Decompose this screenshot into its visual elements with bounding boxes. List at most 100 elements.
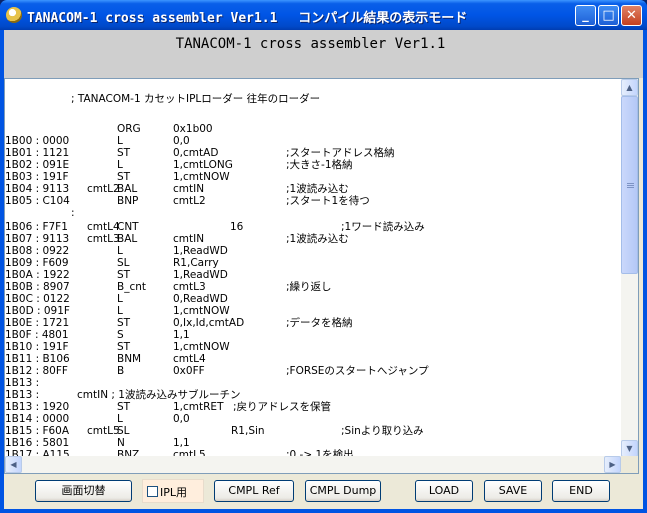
line-operand: 0,0 bbox=[173, 135, 190, 147]
line-opcode: N bbox=[117, 437, 125, 449]
line-comment: ;繰り返し bbox=[286, 281, 332, 293]
line-operand: R1,Carry bbox=[173, 257, 219, 269]
line-comment: ;大きさ-1格納 bbox=[286, 159, 353, 171]
line-address: 1B14 : 0000 bbox=[5, 413, 70, 425]
line-operand: cmtL4 bbox=[173, 353, 206, 365]
scroll-right-icon[interactable]: ▶ bbox=[604, 456, 621, 473]
title-bar[interactable]: TANACOM-1 cross assembler Ver1.1 コンパイル結果… bbox=[0, 0, 647, 30]
maximize-button[interactable]: □ bbox=[598, 5, 619, 26]
line-address: 1B03 : 191F bbox=[5, 171, 69, 183]
client-area: TANACOM-1 cross assembler Ver1.1 ; TANAC… bbox=[4, 30, 643, 509]
vertical-scrollbar[interactable]: ▲ ▼ bbox=[621, 79, 638, 457]
line-label: cmtL3 bbox=[87, 233, 120, 245]
line-comment: ;1ワード読み込み bbox=[341, 221, 425, 233]
line-operand: 0,cmtAD bbox=[173, 147, 219, 159]
line-comment: ;スタート1を待つ bbox=[286, 195, 370, 207]
scroll-down-icon[interactable]: ▼ bbox=[621, 440, 638, 457]
line-label: cmtL5 bbox=[87, 425, 120, 437]
line-opcode: B_cnt bbox=[117, 281, 146, 293]
line-opcode: ST bbox=[117, 341, 131, 353]
line-address: 1B13 : bbox=[5, 389, 40, 401]
line-comment: ;FORSEのスタートへジャンプ bbox=[286, 365, 429, 377]
line-operand: 0x0FF bbox=[173, 365, 205, 377]
line-operand: 1,cmtNOW bbox=[173, 171, 230, 183]
line-opcode: ST bbox=[117, 401, 131, 413]
listing-lines: ; TANACOM-1 カセットIPLローダー 往年のローダー ORG 0x1b00… bbox=[5, 79, 621, 457]
scroll-left-icon[interactable]: ◀ bbox=[5, 456, 22, 473]
line-address: 1B04 : 9113 bbox=[5, 183, 70, 195]
line-opcode: B bbox=[117, 365, 125, 377]
ipl-checkbox-group[interactable]: IPL用 bbox=[142, 479, 204, 503]
scroll-thumb[interactable] bbox=[621, 96, 638, 274]
cmpl-ref-button[interactable]: CMPL Ref bbox=[214, 480, 294, 502]
line-address: 1B13 : 1920 bbox=[5, 401, 70, 413]
line-comment: ;Sinより取り込み bbox=[341, 425, 424, 437]
line-address: 1B0C : 0122 bbox=[5, 293, 70, 305]
line-address: 1B0A : 1922 bbox=[5, 269, 70, 281]
end-button[interactable]: END bbox=[552, 480, 610, 502]
line-opcode: CNT bbox=[117, 221, 139, 233]
line-address: 1B16 : 5801 bbox=[5, 437, 70, 449]
scroll-up-icon[interactable]: ▲ bbox=[621, 79, 638, 96]
listing-textarea[interactable]: ; TANACOM-1 カセットIPLローダー 往年のローダー ORG 0x1b00… bbox=[4, 78, 639, 474]
line-address: 1B05 : C104 bbox=[5, 195, 70, 207]
line-operand: cmtIN bbox=[173, 233, 205, 245]
line-operand: 1,cmtRET bbox=[173, 401, 224, 413]
listing-header-comment: ; TANACOM-1 カセットIPLローダー 往年のローダー bbox=[71, 93, 321, 105]
line-opcode: ST bbox=[117, 317, 131, 329]
line-address: 1B01 : 1121 bbox=[5, 147, 70, 159]
line-comment: ;スタートアドレス格納 bbox=[286, 147, 395, 159]
line-operand: 1,cmtNOW bbox=[173, 305, 230, 317]
screen-switch-button[interactable]: 画面切替 bbox=[35, 480, 132, 502]
cmpl-dump-button[interactable]: CMPL Dump bbox=[305, 480, 381, 502]
line-address: 1B10 : 191F bbox=[5, 341, 69, 353]
grip-icon bbox=[627, 183, 634, 189]
line-address: 1B11 : B106 bbox=[5, 353, 70, 365]
save-button[interactable]: SAVE bbox=[484, 480, 542, 502]
ipl-label: IPL用 bbox=[160, 486, 188, 499]
close-button[interactable]: ✕ bbox=[621, 5, 642, 26]
line-opcode: SL bbox=[117, 425, 130, 437]
line-opcode: ST bbox=[117, 147, 131, 159]
line-operand: 1,ReadWD bbox=[173, 245, 228, 257]
load-button[interactable]: LOAD bbox=[415, 480, 473, 502]
line-operand: 16 bbox=[230, 221, 244, 233]
line-label: cmtL2 bbox=[87, 183, 120, 195]
line-operand: 0x1b00 bbox=[173, 123, 213, 135]
line-opcode: BAL bbox=[117, 183, 138, 195]
line-address: 1B02 : 091E bbox=[5, 159, 70, 171]
line-operand: 0,0 bbox=[173, 413, 190, 425]
line-opcode: L bbox=[117, 159, 123, 171]
line-address: 1B09 : F609 bbox=[5, 257, 69, 269]
line-address: 1B00 : 0000 bbox=[5, 135, 70, 147]
line-opcode: BNP bbox=[117, 195, 139, 207]
minimize-button[interactable]: _ bbox=[575, 5, 596, 26]
line-operand: 0,Ix,Id,cmtAD bbox=[173, 317, 245, 329]
line-opcode: ST bbox=[117, 171, 131, 183]
line-operand: 0,ReadWD bbox=[173, 293, 228, 305]
line-address: 1B0D : 091F bbox=[5, 305, 70, 317]
horizontal-scrollbar[interactable]: ◀ ▶ bbox=[5, 456, 621, 473]
line-operand: 1,1 bbox=[173, 329, 190, 341]
line-opcode: BAL bbox=[117, 233, 138, 245]
line-address: 1B0F : 4801 bbox=[5, 329, 69, 341]
size-box bbox=[621, 456, 638, 473]
app-icon[interactable] bbox=[6, 7, 22, 23]
app-window: TANACOM-1 cross assembler Ver1.1 コンパイル結果… bbox=[0, 0, 647, 513]
header-strip: TANACOM-1 cross assembler Ver1.1 bbox=[4, 30, 643, 78]
line-address: 1B15 : F60A bbox=[5, 425, 70, 437]
ipl-checkbox[interactable] bbox=[147, 486, 158, 497]
window-title: TANACOM-1 cross assembler Ver1.1 コンパイル結果… bbox=[27, 11, 468, 26]
line-operand: 1,1 bbox=[173, 437, 190, 449]
line-address: 1B0E : 1721 bbox=[5, 317, 70, 329]
line-operand: R1,Sin bbox=[231, 425, 265, 437]
button-bar: 画面切替 IPL用 CMPL Ref CMPL Dump LOAD SAVE E… bbox=[4, 474, 643, 509]
line-opcode: L bbox=[117, 135, 123, 147]
line-operand: 1,cmtLONG bbox=[173, 159, 233, 171]
listing-separator: : bbox=[71, 207, 75, 219]
line-operand: 1,ReadWD bbox=[173, 269, 228, 281]
listing-subroutine-label: cmtIN ; 1波読み込みサブルーチン bbox=[77, 389, 241, 401]
line-address: 1B13 : bbox=[5, 377, 40, 389]
line-opcode: SL bbox=[117, 257, 130, 269]
line-opcode: BNM bbox=[117, 353, 142, 365]
